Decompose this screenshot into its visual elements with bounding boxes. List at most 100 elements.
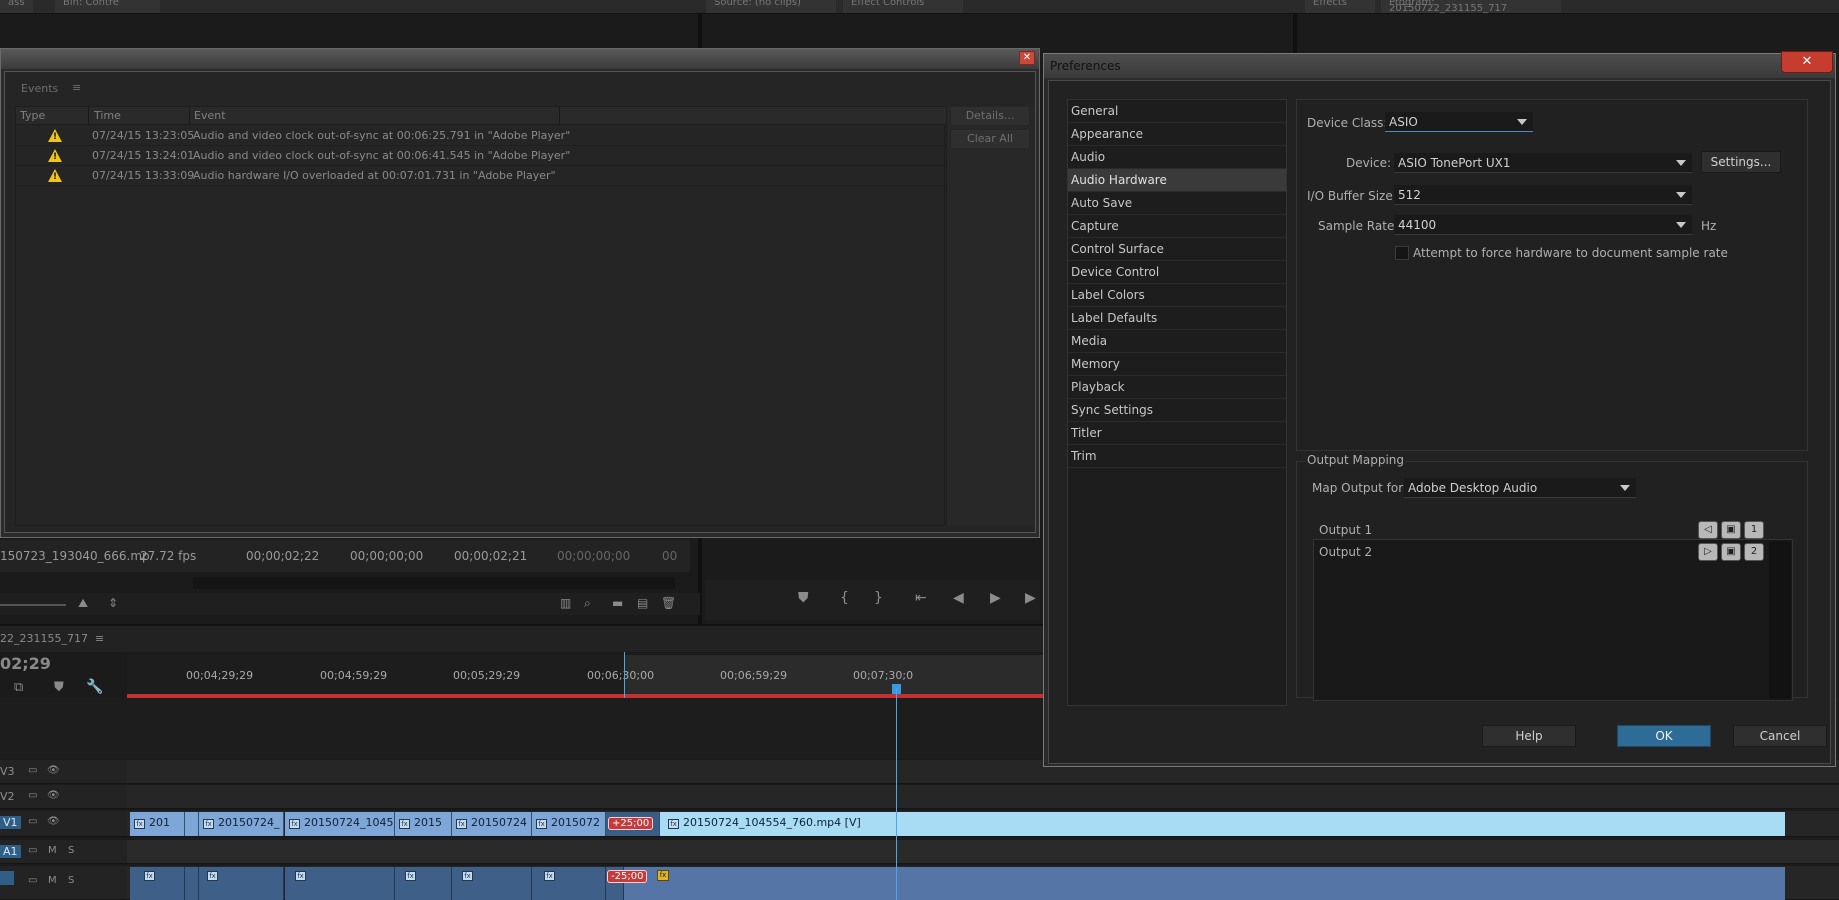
trash-icon[interactable]: 🗑 [661,596,676,610]
column-header-type[interactable]: Type [20,109,45,122]
audio-clip-selected[interactable] [624,867,1785,900]
add-marker-icon[interactable]: ⛊ [54,680,64,695]
ok-button[interactable]: OK [1617,725,1711,747]
tab-program-monitor[interactable]: Program: 20150722_231155_717 [1381,0,1561,14]
device-dropdown[interactable]: ASIO TonePort UX1 [1394,153,1692,173]
video-clip-offset[interactable]: +25;00 [606,812,660,836]
track-header-v1[interactable]: V1 ▭ 👁 [0,811,127,837]
track-header-a1[interactable]: A1 ▭ M S [0,840,127,864]
go-to-in-icon[interactable]: ⇤ [915,590,927,606]
category-trim[interactable]: Trim [1068,445,1286,468]
category-titler[interactable]: Titler [1068,422,1286,445]
speaker-right-icon[interactable]: ▷ [1698,543,1718,561]
help-button[interactable]: Help [1482,725,1576,747]
force-sample-rate-checkbox[interactable] [1395,246,1409,260]
track-header-v3[interactable]: V3 ▭ 👁 [0,760,127,784]
audio-clip[interactable]: fx [532,867,606,900]
io-buffer-size-dropdown[interactable]: 512 [1394,185,1692,205]
audio-clip[interactable] [185,867,199,900]
sample-rate-dropdown[interactable]: 44100 [1394,215,1692,235]
automate-sequence-icon[interactable]: ▥ [560,596,571,610]
mark-in-icon[interactable]: { [840,590,849,606]
channel-number[interactable]: 1 [1744,521,1764,539]
audio-clip[interactable]: fx [285,867,395,900]
column-header-time[interactable]: Time [94,109,121,122]
nest-toggle-icon[interactable]: ⧉ [14,680,23,695]
wrench-icon[interactable]: 🔧 [86,679,103,695]
bin-horizontal-scrollbar[interactable] [193,577,675,589]
tab-effects[interactable]: Effects [1305,0,1375,13]
mute-button[interactable]: M [48,875,57,886]
video-clip[interactable]: fx 2015072 [532,812,606,836]
preferences-titlebar[interactable] [1044,54,1835,78]
sort-icon[interactable]: ⇕ [108,596,118,610]
audio-clip[interactable]: fx [395,867,452,900]
events-table-row[interactable]: 07/24/15 13:24:01 Audio and video clock … [16,146,946,166]
mute-button[interactable]: M [48,845,57,856]
channel-box-icon[interactable]: ▣ [1721,521,1741,539]
track-header-a2[interactable]: ▭ M S [0,866,127,900]
track-lane-v2[interactable] [127,785,1839,809]
category-label-colors[interactable]: Label Colors [1068,284,1286,307]
events-table-row[interactable]: 07/24/15 13:33:09 Audio hardware I/O ove… [16,166,946,186]
eye-icon[interactable]: 👁 [47,765,60,776]
sequence-tab-menu-icon[interactable]: ≡ [95,632,104,645]
cancel-button[interactable]: Cancel [1733,725,1827,747]
eye-icon[interactable]: 👁 [47,816,60,827]
video-clip[interactable] [185,812,199,836]
events-tab-menu-icon[interactable]: ≡ [72,81,81,94]
solo-button[interactable]: S [68,845,74,856]
channel-box-icon[interactable]: ▣ [1721,543,1741,561]
video-clip[interactable]: fx 20150724_1045 [285,812,395,836]
track-header-v2[interactable]: V2 ▭ 👁 [0,785,127,809]
device-class-dropdown[interactable]: ASIO [1385,112,1533,132]
audio-clip[interactable]: fx [130,867,185,900]
new-bin-icon[interactable]: ▬ [612,596,623,610]
category-control-surface[interactable]: Control Surface [1068,238,1286,261]
events-titlebar[interactable] [1,49,1039,69]
category-appearance[interactable]: Appearance [1068,123,1286,146]
category-capture[interactable]: Capture [1068,215,1286,238]
find-icon[interactable]: ⌕ [584,596,591,611]
tab-source-monitor[interactable]: Source: (no clips) [706,0,836,13]
output-name[interactable]: Output 1 [1319,523,1372,537]
audio-clip[interactable]: fx [452,867,532,900]
channel-number[interactable]: 2 [1744,543,1764,561]
eye-icon[interactable]: 👁 [47,790,60,801]
step-back-icon[interactable]: ◀ [953,590,964,606]
category-sync-settings[interactable]: Sync Settings [1068,399,1286,422]
add-marker-icon[interactable]: ⛊ [798,590,809,606]
video-clip[interactable]: fx 20150724 [452,812,532,836]
sync-lock-icon[interactable]: ▭ [28,790,37,801]
category-auto-save[interactable]: Auto Save [1068,192,1286,215]
tab-effect-controls[interactable]: Effect Controls [843,0,963,13]
category-audio[interactable]: Audio [1068,146,1286,169]
tab-bin-contre[interactable]: Bin: Contre [55,0,160,13]
category-label-defaults[interactable]: Label Defaults [1068,307,1286,330]
category-general[interactable]: General [1068,100,1286,123]
category-device-control[interactable]: Device Control [1068,261,1286,284]
step-forward-icon[interactable]: ▶ [1025,590,1036,606]
category-media[interactable]: Media [1068,330,1286,353]
video-clip[interactable]: fx 2015 [395,812,452,836]
tab-bins[interactable]: ass [0,0,33,13]
sync-lock-icon[interactable]: ▭ [28,765,37,776]
sync-lock-icon[interactable]: ▭ [28,875,37,886]
audio-clip[interactable]: fx [199,867,284,900]
playhead-timecode[interactable]: 02;29 [0,654,51,673]
sync-lock-icon[interactable]: ▭ [28,816,37,827]
map-output-dropdown[interactable]: Adobe Desktop Audio [1404,478,1636,498]
events-tab-label[interactable]: Events [21,82,58,95]
output-name[interactable]: Output 2 [1319,545,1372,559]
video-clip[interactable]: fx 20150724_ [199,812,284,836]
category-playback[interactable]: Playback [1068,376,1286,399]
new-item-icon[interactable]: ▤ [637,596,648,610]
video-clip[interactable]: fx 201 [130,812,185,836]
category-memory[interactable]: Memory [1068,353,1286,376]
output-list-scrollbar[interactable] [1769,541,1791,699]
events-table-row[interactable]: 07/24/15 13:23:05 Audio and video clock … [16,126,946,146]
zoom-slider[interactable] [0,604,66,606]
bin-clip-row[interactable]: 150723_193040_666.mp 27.72 fps 00;00;02;… [0,540,690,572]
play-icon[interactable]: ▶ [990,590,1001,606]
column-header-event[interactable]: Event [194,109,226,122]
